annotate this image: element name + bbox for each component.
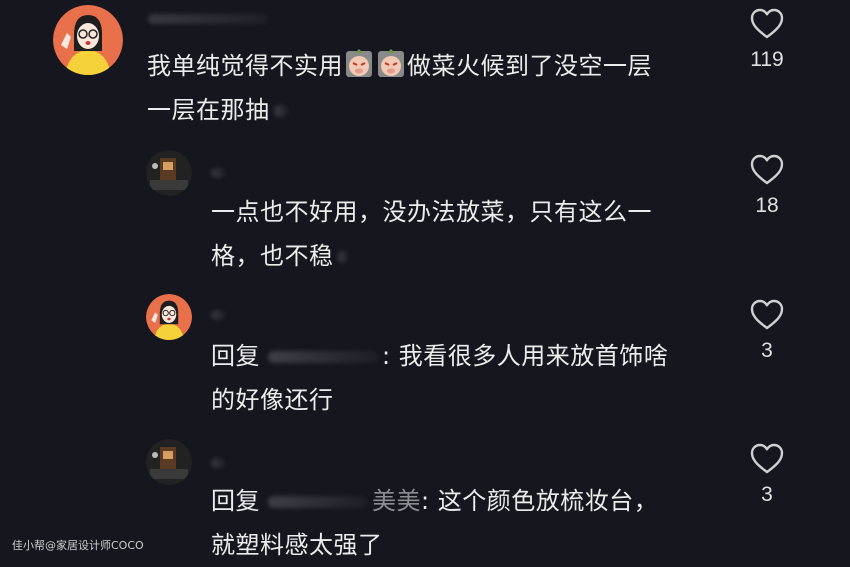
- like-button[interactable]: 119: [737, 8, 797, 72]
- heart-icon: [750, 299, 784, 330]
- dark-room-avatar-icon: [146, 439, 192, 485]
- redacted-text: [273, 105, 288, 117]
- heart-icon: [750, 8, 784, 39]
- pig-face-emoji-icon: [377, 49, 405, 79]
- comment-text-line2: 就塑料感太强了: [211, 531, 383, 559]
- girl-avatar-icon: [146, 294, 192, 340]
- pig-face-emoji-icon: [345, 49, 373, 79]
- dark-room-avatar-icon: [146, 150, 192, 196]
- heart-icon: [750, 154, 784, 185]
- like-count: 3: [761, 483, 773, 506]
- comment-text: 我单纯觉得不实用 做菜火候到了没空一层 一层在那抽: [147, 44, 652, 132]
- girl-avatar-icon: [53, 5, 123, 75]
- comment-text: 回复 美美: 这个颜色放梳妆台， 就塑料感太强了: [211, 479, 658, 567]
- like-count: 18: [755, 194, 779, 217]
- comment-text-line1: 一点也不好用，没办法放菜，只有这么一: [211, 198, 652, 226]
- reply-target-redacted[interactable]: [268, 496, 368, 508]
- comment-text-line1: 我单纯觉得不实用: [147, 52, 343, 80]
- reply-target-redacted[interactable]: [268, 351, 378, 363]
- watermark: 佳小帮@家居设计师COCO: [12, 539, 144, 552]
- like-count: 119: [750, 48, 784, 71]
- like-button[interactable]: 3: [737, 443, 797, 507]
- like-button[interactable]: 3: [737, 299, 797, 363]
- comment-text-line2: 格，也不稳: [211, 242, 334, 270]
- avatar[interactable]: [146, 439, 192, 485]
- reply-prefix: 回复: [211, 487, 260, 515]
- avatar[interactable]: [53, 5, 123, 75]
- comment-text-line2: 的好像还行: [211, 386, 334, 414]
- author-name-redacted[interactable]: [211, 458, 225, 468]
- like-button[interactable]: 18: [737, 154, 797, 218]
- comment-text-line2: 一层在那抽: [147, 96, 270, 124]
- reply-target-name[interactable]: 美美: [372, 487, 421, 515]
- comment-text-line1-after: : 我看很多人用来放首饰啥: [382, 342, 669, 370]
- redacted-text: [337, 251, 348, 263]
- reply-prefix: 回复: [211, 342, 260, 370]
- comment-text-line1-after: : 这个颜色放梳妆台，: [421, 487, 659, 515]
- author-name-redacted[interactable]: [211, 168, 225, 178]
- avatar[interactable]: [146, 294, 192, 340]
- heart-icon: [750, 443, 784, 474]
- avatar[interactable]: [146, 150, 192, 196]
- author-name-redacted[interactable]: [148, 14, 268, 24]
- comment-text: 一点也不好用，没办法放菜，只有这么一 格，也不稳: [211, 190, 652, 278]
- author-name-redacted[interactable]: [211, 310, 225, 320]
- like-count: 3: [761, 339, 773, 362]
- comment-text: 回复 : 我看很多人用来放首饰啥 的好像还行: [211, 334, 668, 422]
- comment-text-line1-after: 做菜火候到了没空一层: [407, 52, 652, 80]
